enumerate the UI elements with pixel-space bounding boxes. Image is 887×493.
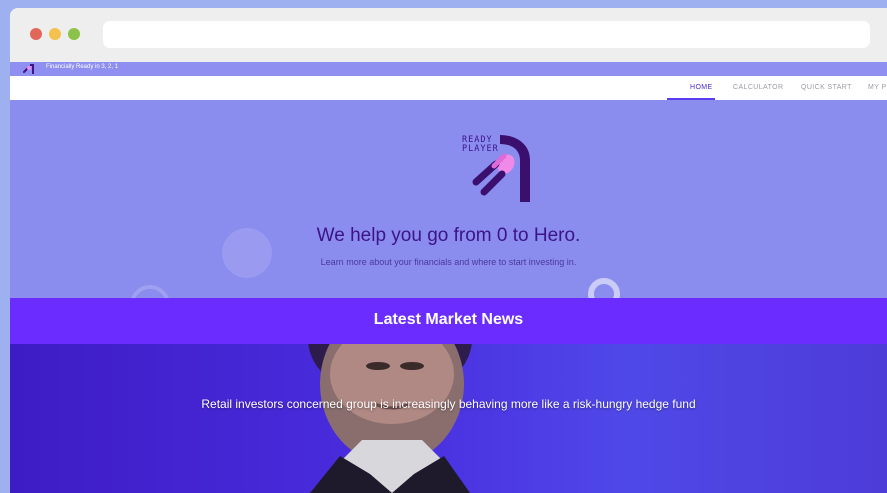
ready-player-logo: READY PLAYER	[462, 135, 530, 202]
logo-text-player: PLAYER	[462, 144, 499, 154]
hero-subtitle: Learn more about your financials and whe…	[320, 257, 577, 267]
main-nav: HOME CALCULATOR QUICK START MY P	[10, 76, 887, 100]
news-headline[interactable]: Retail investors concerned group is incr…	[10, 397, 887, 411]
news-feature-card[interactable]: Retail investors concerned group is incr…	[10, 344, 887, 493]
decorative-ring	[130, 285, 170, 298]
nav-calculator[interactable]: CALCULATOR	[733, 84, 783, 91]
site-top-strip: Financially Ready in 3, 2, 1	[10, 62, 887, 76]
nav-my-portfolio[interactable]: MY P	[868, 84, 887, 91]
browser-window: Financially Ready in 3, 2, 1 HOME CALCUL…	[10, 8, 887, 493]
address-bar[interactable]	[103, 21, 870, 48]
news-section-title: Latest Market News	[373, 311, 524, 328]
hero-title: We help you go from 0 to Hero.	[316, 225, 581, 246]
browser-toolbar	[10, 8, 887, 62]
minimize-window-button[interactable]	[49, 28, 61, 40]
hero-section: READY PLAYER We help you go from 0 to He…	[10, 100, 887, 298]
site-tagline: Financially Ready in 3, 2, 1	[46, 64, 119, 70]
news-section-header: Latest Market News	[10, 298, 887, 344]
maximize-window-button[interactable]	[68, 28, 80, 40]
news-photo	[308, 344, 472, 493]
decorative-ring	[588, 278, 620, 298]
site-logo-icon[interactable]	[22, 63, 36, 75]
close-window-button[interactable]	[30, 28, 42, 40]
nav-quick-start[interactable]: QUICK START	[801, 84, 852, 91]
nav-home[interactable]: HOME	[690, 84, 713, 91]
